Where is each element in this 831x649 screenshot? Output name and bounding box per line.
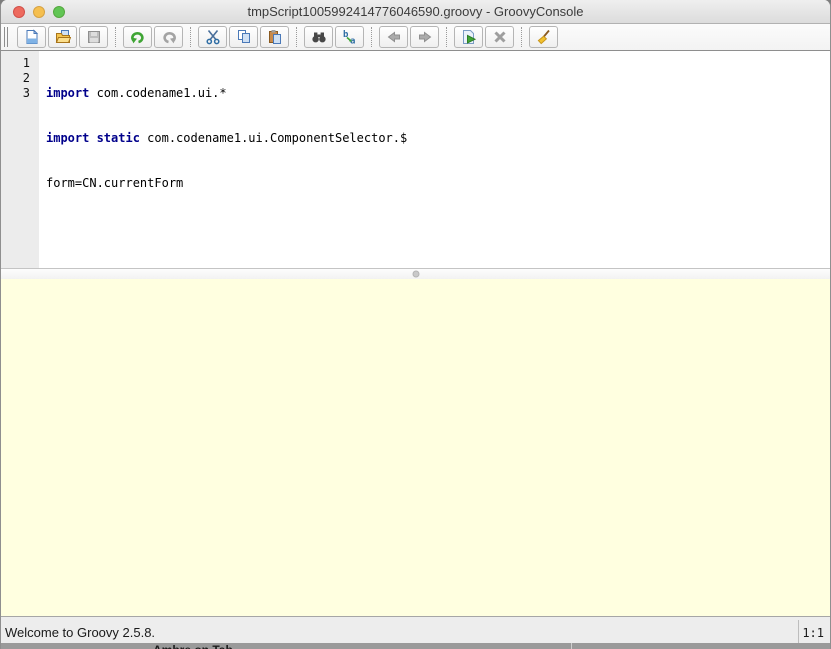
run-script-icon [461,29,477,45]
toolbar-separator [115,27,116,47]
save-button[interactable] [79,26,108,48]
caret-position: 1:1 [798,620,830,643]
line-number-gutter: 1 2 3 [1,51,39,268]
copy-button[interactable] [229,26,258,48]
undo-button[interactable] [123,26,152,48]
line-number: 2 [1,71,30,86]
replace-button[interactable]: ba [335,26,364,48]
toolbar-separator [371,27,372,47]
open-file-icon [55,29,71,45]
interrupt-button[interactable] [485,26,514,48]
toolbar-separator [521,27,522,47]
status-message: Welcome to Groovy 2.5.8. [1,625,155,643]
history-back-button[interactable] [379,26,408,48]
background-window-divider [571,643,572,649]
clear-output-button[interactable] [529,26,558,48]
interrupt-icon [492,29,508,45]
toolbar-drag-handle[interactable] [4,27,12,47]
redo-icon [161,29,177,45]
line-number: 1 [1,56,30,71]
code-editor[interactable]: 1 2 3 import com.codename1.ui.* import s… [1,51,830,268]
background-window-strip: Ambre on Tab [1,643,830,649]
history-back-icon [386,29,402,45]
zoom-button[interactable] [53,6,65,18]
paste-button[interactable] [260,26,289,48]
redo-button[interactable] [154,26,183,48]
code-token: com.codename1.ui.* [89,86,226,100]
toolbar-separator [446,27,447,47]
paste-icon [267,29,283,45]
new-file-button[interactable] [17,26,46,48]
toolbar-separator [190,27,191,47]
traffic-lights [13,0,65,23]
output-pane[interactable] [1,279,830,616]
open-file-button[interactable] [48,26,77,48]
code-token-keyword: import static [46,131,140,145]
window-title: tmpScript1005992414776046590.groovy - Gr… [247,4,583,19]
status-bar: Welcome to Groovy 2.5.8. 1:1 [1,616,830,643]
close-button[interactable] [13,6,25,18]
code-token: form=CN.currentForm [46,176,183,190]
code-token: com.codename1.ui.ComponentSelector.$ [140,131,407,145]
find-icon [311,29,327,45]
minimize-button[interactable] [33,6,45,18]
undo-icon [130,29,146,45]
run-script-button[interactable] [454,26,483,48]
clear-output-icon [536,29,552,45]
line-number: 3 [1,86,30,101]
copy-icon [236,29,252,45]
background-window-text: Ambre on Tab [153,644,233,649]
code-token-keyword: import [46,86,89,100]
groovy-console-window: tmpScript1005992414776046590.groovy - Gr… [0,0,831,649]
save-icon [86,29,102,45]
toolbar-separator [296,27,297,47]
find-button[interactable] [304,26,333,48]
code-line: import com.codename1.ui.* [46,86,830,101]
title-bar[interactable]: tmpScript1005992414776046590.groovy - Gr… [1,0,830,24]
history-forward-icon [417,29,433,45]
new-file-icon [24,29,40,45]
replace-icon: ba [342,29,358,45]
toolbar: ba [1,24,830,51]
splitter-grip-icon [412,271,419,278]
code-line: form=CN.currentForm [46,176,830,191]
code-line: import static com.codename1.ui.Component… [46,131,830,146]
split-divider[interactable] [1,268,830,279]
history-forward-button[interactable] [410,26,439,48]
cut-icon [205,29,221,45]
code-pane[interactable]: import com.codename1.ui.* import static … [39,51,830,268]
cut-button[interactable] [198,26,227,48]
